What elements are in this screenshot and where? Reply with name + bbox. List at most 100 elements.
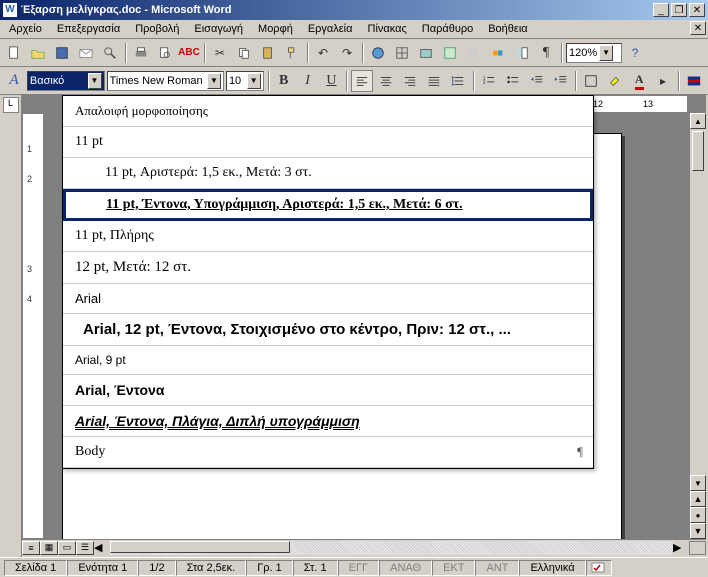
status-ovr[interactable]: ΑΝΤ <box>475 560 519 576</box>
vertical-ruler[interactable]: 1 2 3 4 <box>22 113 44 539</box>
style-option[interactable]: 11 pt, Αριστερά: 1,5 εκ., Μετά: 3 στ. <box>63 158 593 189</box>
style-option[interactable]: Απαλοιφή μορφοποίησης <box>63 96 593 127</box>
style-option[interactable]: 11 pt, Έντονα, Υπογράμμιση, Αριστερά: 1,… <box>63 189 593 221</box>
tables-borders-button[interactable] <box>391 42 413 64</box>
numbering-button[interactable]: 12 <box>478 70 500 92</box>
styles-pane-button[interactable]: A <box>3 70 25 92</box>
print-view-button[interactable]: ▭ <box>58 541 76 555</box>
scroll-left-button[interactable]: ◀ <box>94 541 110 555</box>
increase-indent-button[interactable] <box>550 70 572 92</box>
style-option[interactable]: Arial <box>63 284 593 314</box>
help-button[interactable]: ? <box>624 42 646 64</box>
insert-table-button[interactable] <box>415 42 437 64</box>
browse-object-button[interactable]: ● <box>690 507 706 523</box>
align-right-button[interactable] <box>399 70 421 92</box>
language-button[interactable] <box>683 70 705 92</box>
chevron-down-icon[interactable]: ▼ <box>247 73 261 89</box>
open-button[interactable] <box>27 42 49 64</box>
underline-button[interactable]: U <box>321 70 343 92</box>
ruler-tick: 13 <box>643 99 653 109</box>
view-buttons-bar: ≡ ▦ ▭ ☰ ◀ ▶ <box>22 539 706 555</box>
style-option[interactable]: 12 pt, Μετά: 12 στ. <box>63 252 593 284</box>
status-rec[interactable]: ΕΓΓ <box>338 560 379 576</box>
italic-button[interactable]: I <box>297 70 319 92</box>
chevron-down-icon[interactable]: ▼ <box>207 73 221 89</box>
style-option[interactable]: Arial, Έντονα <box>63 375 593 406</box>
web-view-button[interactable]: ▦ <box>40 541 58 555</box>
preview-button[interactable] <box>154 42 176 64</box>
menu-view[interactable]: Προβολή <box>128 21 186 37</box>
email-button[interactable] <box>75 42 97 64</box>
justify-button[interactable] <box>423 70 445 92</box>
status-spell-icon[interactable] <box>586 560 612 576</box>
drawing-button[interactable] <box>487 42 509 64</box>
hscroll-thumb[interactable] <box>110 541 290 553</box>
menu-file[interactable]: Αρχείο <box>2 21 49 37</box>
print-button[interactable] <box>130 42 152 64</box>
menu-window[interactable]: Παράθυρο <box>415 21 480 37</box>
bold-button[interactable]: B <box>273 70 295 92</box>
chevron-down-icon[interactable]: ▼ <box>88 73 102 89</box>
format-painter-button[interactable] <box>281 42 303 64</box>
bullets-button[interactable] <box>502 70 524 92</box>
borders-button[interactable] <box>580 70 602 92</box>
style-option[interactable]: 11 pt <box>63 127 593 158</box>
style-option[interactable]: Arial, 12 pt, Έντονα, Στοιχισμένο στο κέ… <box>63 314 593 346</box>
menu-edit[interactable]: Επεξεργασία <box>50 21 127 37</box>
decrease-indent-button[interactable] <box>526 70 548 92</box>
more-buttons[interactable]: ▸ <box>652 70 674 92</box>
save-button[interactable] <box>51 42 73 64</box>
style-option[interactable]: Arial, Έντονα, Πλάγια, Διπλή υπογράμμιση <box>63 406 593 437</box>
scroll-down-button[interactable]: ▼ <box>690 475 706 491</box>
cut-button[interactable]: ✂ <box>209 42 231 64</box>
normal-view-button[interactable]: ≡ <box>22 541 40 555</box>
style-dropdown[interactable]: Απαλοιφή μορφοποίησης11 pt11 pt, Αριστερ… <box>62 95 594 469</box>
status-trk[interactable]: ΑΝΑΘ <box>379 560 432 576</box>
columns-button[interactable] <box>463 42 485 64</box>
align-center-button[interactable] <box>375 70 397 92</box>
close-button[interactable]: ✕ <box>689 3 705 17</box>
hyperlink-button[interactable] <box>367 42 389 64</box>
redo-button[interactable]: ↷ <box>336 42 358 64</box>
chevron-down-icon[interactable]: ▼ <box>599 45 613 61</box>
vertical-scrollbar[interactable]: ▲ ▼ ▲ ● ▼ <box>689 113 706 539</box>
spelling-button[interactable]: ABC <box>178 42 200 64</box>
font-size-combo[interactable]: 10 ▼ <box>226 71 264 91</box>
style-option[interactable]: 11 pt, Πλήρης <box>63 221 593 252</box>
restore-button[interactable]: ❐ <box>671 3 687 17</box>
font-combo[interactable]: Times New Roman ▼ <box>107 71 224 91</box>
prev-page-button[interactable]: ▲ <box>690 491 706 507</box>
scroll-up-button[interactable]: ▲ <box>690 113 706 129</box>
font-color-button[interactable]: A <box>628 70 650 92</box>
menu-insert[interactable]: Εισαγωγή <box>187 21 250 37</box>
next-page-button[interactable]: ▼ <box>690 523 706 539</box>
undo-button[interactable]: ↶ <box>312 42 334 64</box>
new-doc-button[interactable] <box>3 42 25 64</box>
paste-button[interactable] <box>257 42 279 64</box>
excel-button[interactable] <box>439 42 461 64</box>
copy-button[interactable] <box>233 42 255 64</box>
align-left-button[interactable] <box>351 70 373 92</box>
status-lang[interactable]: Ελληνικά <box>519 560 585 576</box>
tab-selector[interactable]: L <box>3 97 19 113</box>
menu-table[interactable]: Πίνακας <box>361 21 414 37</box>
line-spacing-button[interactable] <box>447 70 469 92</box>
menu-help[interactable]: Βοήθεια <box>481 21 534 37</box>
hscroll-track[interactable] <box>110 541 673 555</box>
menu-tools[interactable]: Εργαλεία <box>301 21 360 37</box>
search-button[interactable] <box>99 42 121 64</box>
show-hide-button[interactable]: ¶ <box>535 42 557 64</box>
zoom-combo[interactable]: 120% ▼ <box>566 43 622 63</box>
doc-map-button[interactable] <box>511 42 533 64</box>
scroll-right-button[interactable]: ▶ <box>673 541 689 555</box>
doc-close-button[interactable]: ✕ <box>690 21 706 35</box>
style-option[interactable]: Body¶ <box>63 437 593 468</box>
highlight-button[interactable] <box>604 70 626 92</box>
style-option[interactable]: Arial, 9 pt <box>63 346 593 375</box>
menu-format[interactable]: Μορφή <box>251 21 300 37</box>
style-combo[interactable]: Βασικό ▼ <box>27 71 105 91</box>
outline-view-button[interactable]: ☰ <box>76 541 94 555</box>
minimize-button[interactable]: _ <box>653 3 669 17</box>
status-ext[interactable]: ΕΚΤ <box>432 560 475 576</box>
scroll-thumb[interactable] <box>692 131 704 171</box>
